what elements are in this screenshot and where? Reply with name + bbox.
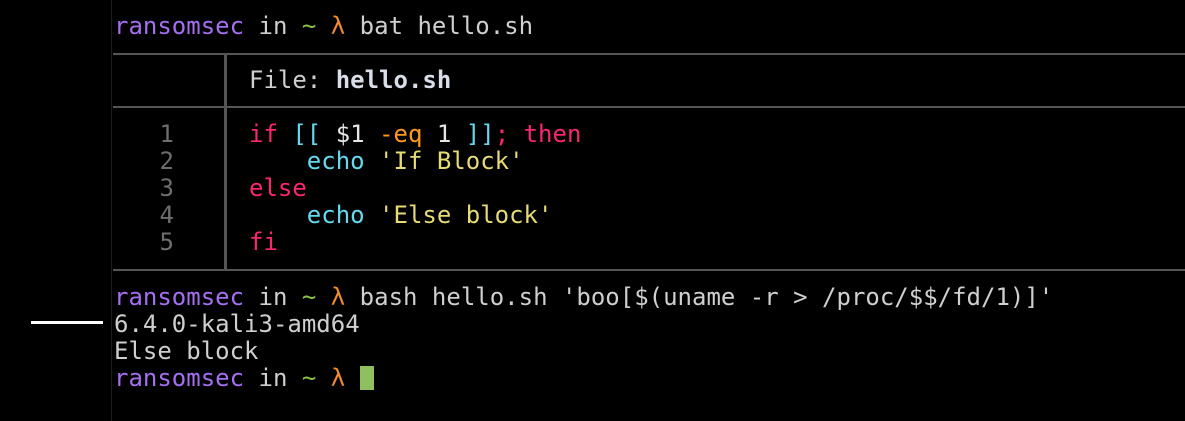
file-label: File: [249,66,336,94]
prompt-symbol: λ [330,12,346,40]
code-line-1: if [[ $1 -eq 1 ]]; then [249,121,581,148]
line-number: 3 [159,174,174,202]
prompt-dir: ~ [301,12,317,40]
bat-bottom-rule [113,269,1185,271]
prompt-symbol: λ [330,364,346,392]
bat-file-header: File: hello.sh [249,66,451,94]
code-number: 1 [436,120,452,148]
output-line-2: Else block [114,337,259,365]
prompt-dir: ~ [301,283,317,311]
text-cursor[interactable] [359,366,374,390]
file-name: hello.sh [335,66,452,94]
prompt-in: in [258,364,288,392]
pointer-marker [31,321,103,324]
code-bracket: [[ [292,120,322,148]
prompt-in: in [258,12,288,40]
line-number: 2 [159,147,174,175]
bat-top-rule [113,53,1185,55]
code-line-5: fi [249,229,278,256]
prompt-user: ransomsec [114,364,245,392]
code-string: 'Else block' [379,201,553,229]
code-keyword: else [249,174,307,202]
prompt-line-1: ransomsec in ~ λ bat hello.sh [114,13,533,40]
code-string: 'If Block' [379,147,524,175]
prompt-symbol: λ [330,283,346,311]
line-number: 4 [159,201,174,229]
code-keyword: fi [249,228,278,256]
code-line-2: echo 'If Block' [249,148,524,175]
prompt-user: ransomsec [114,283,245,311]
prompt-line-2: ransomsec in ~ λ bash hello.sh 'boo[$(un… [114,284,1053,311]
prompt-line-3[interactable]: ransomsec in ~ λ [114,365,374,392]
code-builtin: echo [306,147,365,175]
code-bracket: ]] [465,120,495,148]
bat-gutter-separator [224,108,227,270]
line-number: 1 [159,120,174,148]
line-number: 5 [159,228,174,256]
bat-header-rule [113,106,1185,108]
code-builtin: echo [306,201,365,229]
code-keyword: then [523,120,582,148]
code-variable: $1 [335,120,365,148]
code-operator: -eq [379,120,423,148]
prompt-dir: ~ [301,364,317,392]
prompt-user: ransomsec [114,12,245,40]
code-keyword: if [249,120,278,148]
code-semicolon: ; [494,120,510,148]
command-text: bash hello.sh 'boo[$(uname -r > /proc/$$… [359,283,1054,311]
prompt-in: in [258,283,288,311]
output-line-1: 6.4.0-kali3-amd64 [114,310,360,338]
code-line-4: echo 'Else block' [249,201,553,229]
bat-header-separator [224,55,227,107]
code-line-3: else [249,175,307,202]
gutter-divider [111,0,112,421]
command-text: bat hello.sh [359,12,534,40]
